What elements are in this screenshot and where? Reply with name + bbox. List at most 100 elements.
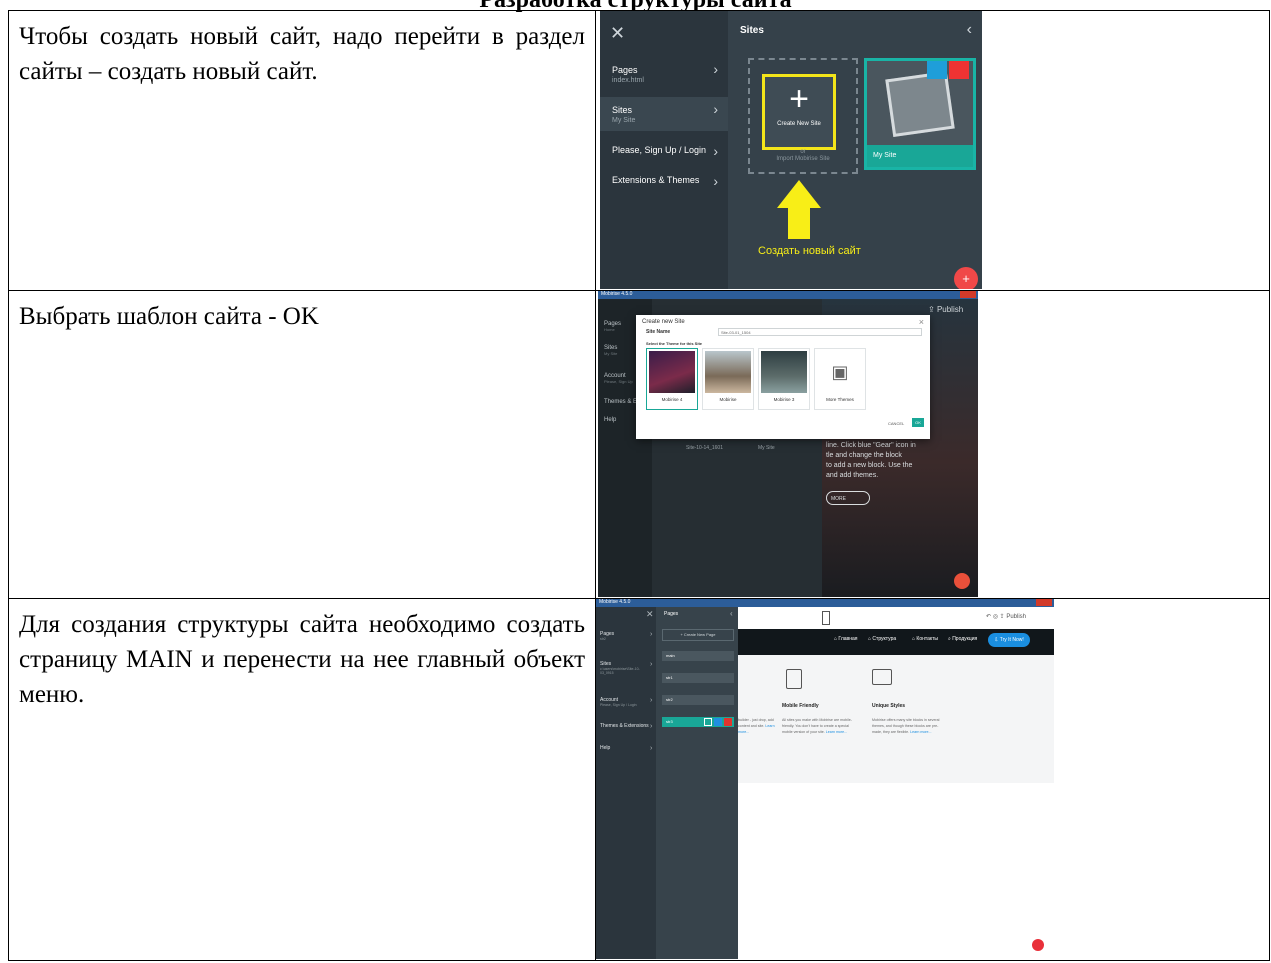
theme-card-mobirise[interactable]: Mobirise [702, 348, 754, 410]
sidebar-item-sub: Please, Sign Up / Login [600, 703, 637, 707]
feature-title: Mobile Friendly [782, 703, 819, 709]
sidebar-item-account[interactable]: Account Please, Sign Up / Login › [600, 697, 652, 707]
nav-item-contacts[interactable]: ⌂ Контакты [912, 636, 938, 642]
sidebar-item-pages[interactable]: Pages str2 › [600, 631, 652, 641]
learn-more-link[interactable]: Learn more... [910, 730, 931, 734]
feature-desc: builder - just drop, add content and sit… [738, 717, 778, 735]
touch-icon [786, 669, 802, 689]
sidebar-item-sites[interactable]: Sites My Site › [600, 97, 728, 131]
close-icon[interactable]: ✕ [646, 609, 654, 620]
nav-item-products[interactable]: ⌕ Продукция [948, 636, 977, 642]
chevron-right-icon: › [650, 745, 653, 752]
plus-icon: + [789, 80, 809, 118]
sidebar-item-label: Help [604, 417, 617, 423]
create-site-dialog-screenshot: Mobirise 4.5.0 Pages Home Sites My Site Ac… [598, 291, 978, 597]
chevron-left-icon[interactable]: ‹ [730, 609, 733, 618]
more-themes-icon: ▣ [817, 351, 863, 393]
sidebar-item-help[interactable]: Help [604, 417, 616, 423]
page-row-main[interactable]: main [662, 651, 734, 661]
devices-icon [872, 669, 892, 685]
nav-item-home[interactable]: ⌂ Главная [834, 636, 857, 642]
hero-line: to add a new block. Use the [826, 462, 913, 469]
sidebar-item-label: Themes & Extensions [600, 723, 649, 729]
create-page-button[interactable]: + Create New Page [662, 629, 734, 641]
page-name: main [666, 653, 675, 658]
import-label[interactable]: Import Mobirise Site [748, 156, 858, 163]
feature-title: Unique Styles [872, 703, 906, 709]
theme-card-mobirise4[interactable]: Mobirise 4 [646, 348, 698, 410]
sidebar-item-themes[interactable]: Themes & Extensions › [600, 723, 653, 730]
mobile-view-icon[interactable] [822, 611, 830, 625]
publish-button[interactable]: Publish [1006, 614, 1026, 620]
site-card-label[interactable]: Site-10-14_1601 [686, 445, 723, 451]
close-icon[interactable]: × [919, 317, 924, 327]
add-fab-button[interactable] [954, 573, 970, 589]
arrow-up-icon [777, 180, 821, 208]
publish-button[interactable]: ⇪ Publish [928, 305, 963, 314]
panel-title: Sites [740, 25, 764, 36]
sidebar-item-pages[interactable]: Pages index.html › [600, 57, 728, 91]
close-window-icon[interactable] [960, 291, 976, 298]
try-it-now-button[interactable]: ⇩ Try It Now! [988, 633, 1030, 647]
sidebar-item-help[interactable]: Help › [600, 745, 652, 752]
page-row-str3[interactable]: str3 [662, 717, 734, 727]
publish-label: Publish [936, 305, 964, 314]
chevron-right-icon: › [650, 697, 653, 704]
gear-icon[interactable] [927, 61, 947, 79]
step-screenshot: Mobirise 4.5.0 ✕ Pages str2 › Sites c:\user… [595, 598, 1270, 961]
site-card[interactable]: My Site [864, 58, 976, 170]
sidebar-item-label: Sites [612, 105, 633, 115]
table-row: Выбрать шаблон сайта - OK Mobirise 4.5.0… [8, 290, 1270, 599]
chevron-right-icon: › [713, 143, 718, 159]
sidebar [596, 607, 656, 959]
sidebar-item-themes[interactable]: Themes & Ex [604, 399, 640, 405]
nav-item-structure[interactable]: ⌂ Структура [868, 636, 896, 642]
theme-thumbnail [705, 351, 751, 393]
chevron-left-icon[interactable]: ‹ [967, 21, 972, 39]
ok-button[interactable]: OK [912, 418, 924, 427]
sidebar-item-label: Help [600, 745, 611, 751]
nav-label: Контакты [916, 636, 939, 642]
page-row-str1[interactable]: str1 [662, 673, 734, 683]
cancel-button[interactable]: CANCEL [888, 421, 904, 426]
copy-icon[interactable] [704, 718, 712, 726]
chevron-right-icon: › [650, 661, 653, 668]
sidebar-item-sub: index.html [612, 77, 644, 84]
chevron-right-icon: › [650, 723, 653, 730]
sidebar-item-login[interactable]: Please, Sign Up / Login › [600, 139, 728, 163]
add-fab-button[interactable]: + [954, 267, 978, 289]
sidebar-item-sub: My Site [612, 117, 636, 124]
theme-card-more[interactable]: ▣ More Themes [814, 348, 866, 410]
hero-button[interactable]: MORE [826, 491, 870, 505]
add-fab-button[interactable] [1032, 939, 1044, 951]
create-site-dialog: Create new Site × Site Name Site-03-01_1… [636, 315, 930, 439]
page-row-str2[interactable]: str2 [662, 695, 734, 705]
chevron-right-icon: › [713, 173, 718, 189]
step-screenshot: ✕ Pages index.html › Sites My Site › Ple… [595, 10, 1270, 291]
sidebar-item-pages[interactable]: Pages Home [604, 321, 621, 332]
sidebar-item-sites[interactable]: Sites My Site [604, 345, 617, 356]
sidebar-item-sites[interactable]: Sites c:\users\mobirise\Site-10-03_0915 › [600, 661, 652, 675]
sidebar-item-extensions[interactable]: Extensions & Themes › [600, 169, 728, 193]
theme-thumbnail [761, 351, 807, 393]
close-window-icon[interactable] [1036, 599, 1052, 606]
close-icon[interactable]: ✕ [610, 23, 625, 44]
theme-card-mobirise3[interactable]: Mobirise 3 [758, 348, 810, 410]
preview-icon[interactable]: ◎ [993, 614, 1000, 620]
table-row: Чтобы создать новый сайт, надо перейти в… [8, 10, 1270, 291]
undo-icon[interactable]: ↶ [986, 614, 993, 620]
site-name-input[interactable]: Site-03-01_1504 [718, 328, 922, 336]
sidebar-item-label: Extensions & Themes [612, 175, 700, 185]
theme-name: Mobirise 4 [661, 397, 683, 402]
create-new-site-button[interactable]: + Create New Site [762, 74, 836, 150]
feature-desc: All sites you make with Mobirise are mob… [782, 717, 852, 735]
trash-icon[interactable] [949, 61, 969, 79]
hero-text: line. Click blue "Gear" icon in tle and … [826, 441, 916, 481]
nav-label: Структура [872, 636, 897, 642]
learn-more-link[interactable]: Learn more... [826, 730, 847, 734]
trash-icon[interactable] [724, 718, 732, 726]
sidebar-item-account[interactable]: Account Please, Sign Up [604, 373, 633, 384]
site-card-label[interactable]: My Site [758, 445, 775, 451]
chevron-right-icon: › [650, 631, 653, 638]
gear-icon[interactable] [714, 718, 722, 726]
